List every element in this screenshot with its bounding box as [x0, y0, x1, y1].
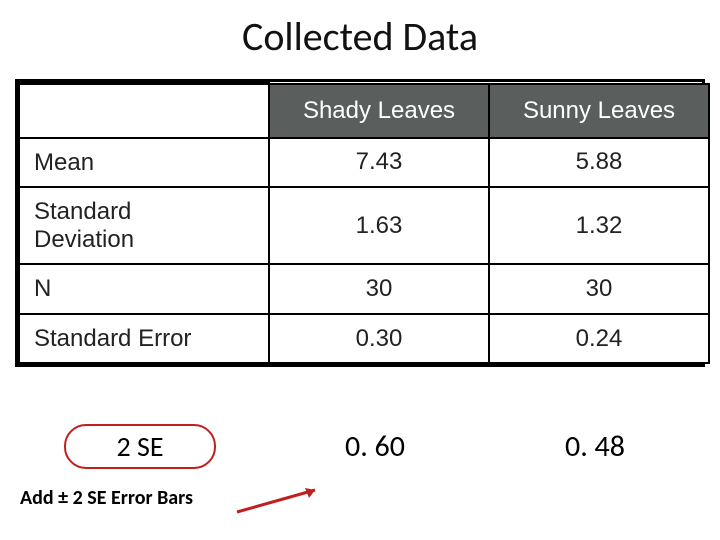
- cell-n-shady: 30: [269, 264, 489, 314]
- extra-label: 2 SE: [64, 424, 215, 469]
- table-row: Standard Deviation 1.63 1.32: [19, 187, 709, 264]
- row-label-n: N: [19, 264, 269, 314]
- cell-n-sunny: 30: [489, 264, 709, 314]
- arrow-icon: [235, 480, 330, 520]
- header-sunny: Sunny Leaves: [489, 84, 709, 138]
- cell-se-sunny: 0.24: [489, 314, 709, 364]
- cell-sd-shady: 1.63: [269, 187, 489, 264]
- extra-v2: 0. 48: [485, 428, 705, 465]
- table-header-row: Shady Leaves Sunny Leaves: [19, 84, 709, 138]
- data-table-wrap: Shady Leaves Sunny Leaves Mean 7.43 5.88…: [15, 79, 705, 367]
- table-row: N 30 30: [19, 264, 709, 314]
- cell-mean-sunny: 5.88: [489, 138, 709, 188]
- slide: Collected Data Shady Leaves Sunny Leaves…: [0, 0, 720, 540]
- row-label-mean: Mean: [19, 138, 269, 188]
- extra-label-cell: 2 SE: [15, 424, 265, 469]
- data-table: Shady Leaves Sunny Leaves Mean 7.43 5.88…: [18, 82, 710, 364]
- row-label-se: Standard Error: [19, 314, 269, 364]
- header-shady: Shady Leaves: [269, 84, 489, 138]
- header-empty: [19, 84, 269, 138]
- page-title: Collected Data: [0, 12, 720, 61]
- extra-row: 2 SE 0. 60 0. 48: [15, 424, 705, 469]
- extra-v1: 0. 60: [265, 428, 485, 465]
- cell-mean-shady: 7.43: [269, 138, 489, 188]
- table-row: Mean 7.43 5.88: [19, 138, 709, 188]
- cell-sd-sunny: 1.32: [489, 187, 709, 264]
- cell-se-shady: 0.30: [269, 314, 489, 364]
- annotation-text: Add ± 2 SE Error Bars: [20, 486, 193, 510]
- row-label-sd: Standard Deviation: [19, 187, 269, 264]
- table-row: Standard Error 0.30 0.24: [19, 314, 709, 364]
